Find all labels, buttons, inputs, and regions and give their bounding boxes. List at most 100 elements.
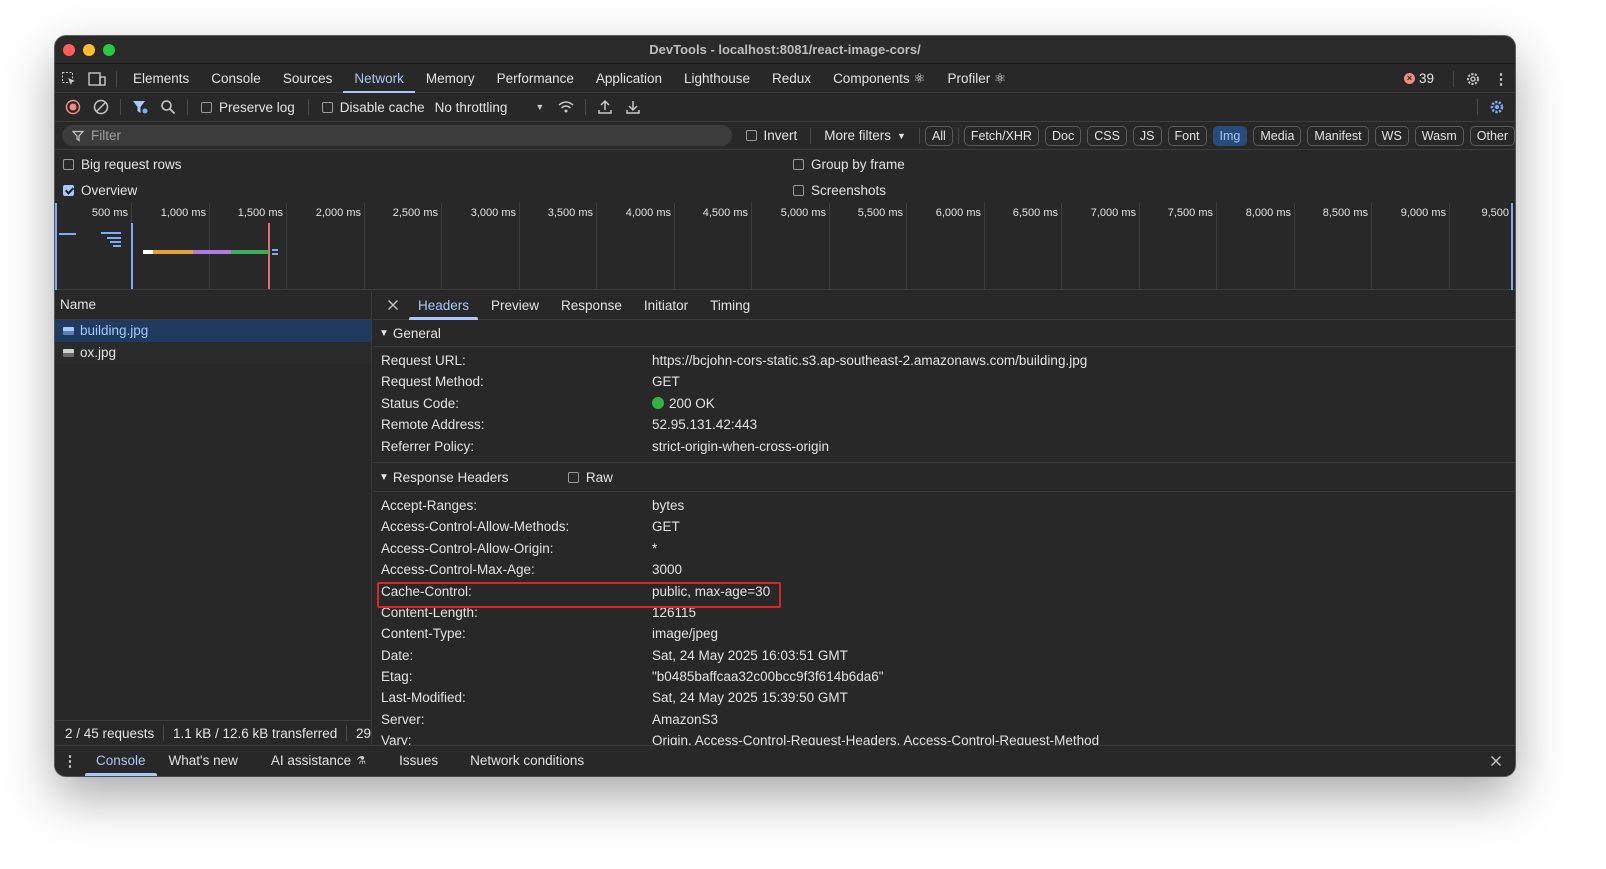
invert-checkbox[interactable]: Invert <box>738 128 806 143</box>
clear-icon[interactable] <box>87 93 115 121</box>
tab-elements[interactable]: Elements <box>122 65 200 93</box>
section-title: General <box>392 325 441 341</box>
search-icon[interactable] <box>154 93 182 121</box>
request-row-building[interactable]: building.jpg <box>55 320 371 342</box>
header-key: Accept-Ranges: <box>381 497 478 513</box>
minimize-window-button[interactable] <box>83 44 95 56</box>
header-row: Last-Modified: Sat, 24 May 2025 15:39:50 … <box>373 687 1515 708</box>
filter-all[interactable]: All <box>924 125 953 146</box>
close-icon[interactable] <box>379 291 407 319</box>
tick-label: 9,500 <box>1481 207 1509 219</box>
waterfall-bar <box>59 233 76 235</box>
device-toolbar-icon[interactable] <box>83 65 111 93</box>
record-stop-icon[interactable] <box>59 93 87 121</box>
filter-manifest[interactable]: Manifest <box>1307 125 1369 146</box>
zoom-window-button[interactable] <box>103 44 115 56</box>
filter-ws[interactable]: WS <box>1374 125 1409 146</box>
big-request-rows-checkbox[interactable]: Big request rows <box>55 157 785 172</box>
timeline-left-handle[interactable] <box>55 203 57 290</box>
filter-img[interactable]: Img <box>1212 125 1248 146</box>
overview-checkbox[interactable]: Overview <box>55 183 785 198</box>
tab-lighthouse[interactable]: Lighthouse <box>673 65 761 93</box>
filter-fetch-xhr[interactable]: Fetch/XHR <box>963 125 1039 146</box>
name-column-header[interactable]: Name <box>55 291 371 320</box>
filter-other[interactable]: Other <box>1469 125 1515 146</box>
filter-js[interactable]: JS <box>1132 125 1162 146</box>
header-row: Vary: Origin, Access-Control-Request-Head… <box>373 730 1515 745</box>
invert-label: Invert <box>763 128 798 143</box>
request-row-ox[interactable]: ox.jpg <box>55 342 371 364</box>
header-key: Status Code: <box>381 395 460 411</box>
more-filters-label: More filters <box>824 128 892 143</box>
raw-checkbox[interactable] <box>567 472 579 484</box>
filter-media[interactable]: Media <box>1253 125 1302 146</box>
tab-network[interactable]: Network <box>343 65 415 93</box>
header-key: Remote Address: <box>381 417 485 433</box>
big-request-rows-label: Big request rows <box>81 156 182 172</box>
tab-memory[interactable]: Memory <box>415 65 486 93</box>
tab-performance[interactable]: Performance <box>486 65 585 93</box>
separator <box>346 725 347 741</box>
request-details: Headers Preview Response Initiator Timin… <box>373 291 1515 745</box>
drawer-tab-network-conditions[interactable]: Network conditions <box>459 746 595 776</box>
import-har-icon[interactable] <box>591 93 619 121</box>
filter-icon[interactable] <box>126 93 154 121</box>
separator <box>120 99 121 115</box>
drawer-menu-icon[interactable]: ⋮ <box>55 747 85 775</box>
network-overview-timeline[interactable]: 500 ms 1,000 ms 1,500 ms 2,000 ms 2,500 … <box>55 203 1515 290</box>
group-by-frame-checkbox[interactable]: Group by frame <box>785 157 913 172</box>
throttling-select[interactable]: No throttling ▼ <box>433 100 553 115</box>
header-row: Referrer Policy: strict-origin-when-cross… <box>373 436 1515 457</box>
separator <box>585 99 587 115</box>
tab-headers[interactable]: Headers <box>407 291 480 320</box>
drawer-tab-ai-assistance[interactable]: AI assistance ⚗ <box>260 746 377 776</box>
tab-timing[interactable]: Timing <box>699 291 761 320</box>
tab-response[interactable]: Response <box>550 291 633 320</box>
timeline-right-handle[interactable] <box>1511 203 1513 290</box>
traffic-lights <box>63 44 115 56</box>
header-value: https://bcjohn-cors-static.s3.ap-southea… <box>652 353 1088 368</box>
tab-preview[interactable]: Preview <box>480 291 550 320</box>
dropdown-arrow-icon: ▼ <box>535 102 545 112</box>
preserve-log-checkbox[interactable]: Preserve log <box>193 100 303 115</box>
network-summary-bar: 2 / 45 requests 1.1 kB / 12.6 kB transfe… <box>55 720 372 745</box>
tab-redux[interactable]: Redux <box>761 65 822 93</box>
inspect-element-icon[interactable] <box>55 65 83 93</box>
header-value: "b0485baffcaa32c00bcc9f3f614b6da6" <box>652 669 884 685</box>
more-options-icon[interactable]: ⋮ <box>1487 65 1515 93</box>
export-har-icon[interactable] <box>619 93 647 121</box>
filter-font[interactable]: Font <box>1167 125 1207 146</box>
drawer-tab-issues[interactable]: Issues <box>388 746 449 776</box>
filter-doc[interactable]: Doc <box>1044 125 1082 146</box>
drawer-tab-console[interactable]: Console <box>85 746 157 776</box>
header-row: Content-Type: image/jpeg <box>373 623 1515 644</box>
network-conditions-icon[interactable] <box>552 93 580 121</box>
filter-css[interactable]: CSS <box>1087 125 1127 146</box>
gear-icon[interactable] <box>1459 65 1487 93</box>
tab-components[interactable]: Components ⚛ <box>822 65 936 93</box>
tab-sources[interactable]: Sources <box>272 65 344 93</box>
screenshots-label: Screenshots <box>811 182 887 198</box>
error-counter[interactable]: × 39 <box>1403 71 1434 86</box>
drawer-tab-whats-new[interactable]: What's new <box>158 746 249 776</box>
close-drawer-icon[interactable] <box>1482 747 1510 775</box>
general-section-header[interactable]: ▼ General <box>373 320 1515 347</box>
separator <box>307 99 309 115</box>
network-settings-gear-icon[interactable] <box>1483 93 1511 121</box>
close-window-button[interactable] <box>63 44 75 56</box>
header-row: Etag: "b0485baffcaa32c00bcc9f3f614b6da6" <box>373 666 1515 687</box>
tick-label: 2,500 ms <box>365 203 442 290</box>
disable-cache-checkbox[interactable]: Disable cache <box>314 100 433 115</box>
tab-profiler[interactable]: Profiler ⚛ <box>936 65 1017 93</box>
tick-label: 4,000 ms <box>597 203 675 290</box>
tab-application[interactable]: Application <box>585 65 673 93</box>
more-filters-button[interactable]: More filters ▼ <box>816 128 914 143</box>
screenshots-checkbox[interactable]: Screenshots <box>785 183 894 198</box>
tab-initiator[interactable]: Initiator <box>633 291 699 320</box>
error-icon: × <box>1403 73 1415 84</box>
separator <box>1477 99 1478 115</box>
response-headers-section-header[interactable]: ▼ Response Headers Raw <box>373 464 1515 492</box>
filter-wasm[interactable]: Wasm <box>1414 125 1464 146</box>
filter-input[interactable]: Filter <box>62 125 732 146</box>
tab-console[interactable]: Console <box>200 65 272 93</box>
